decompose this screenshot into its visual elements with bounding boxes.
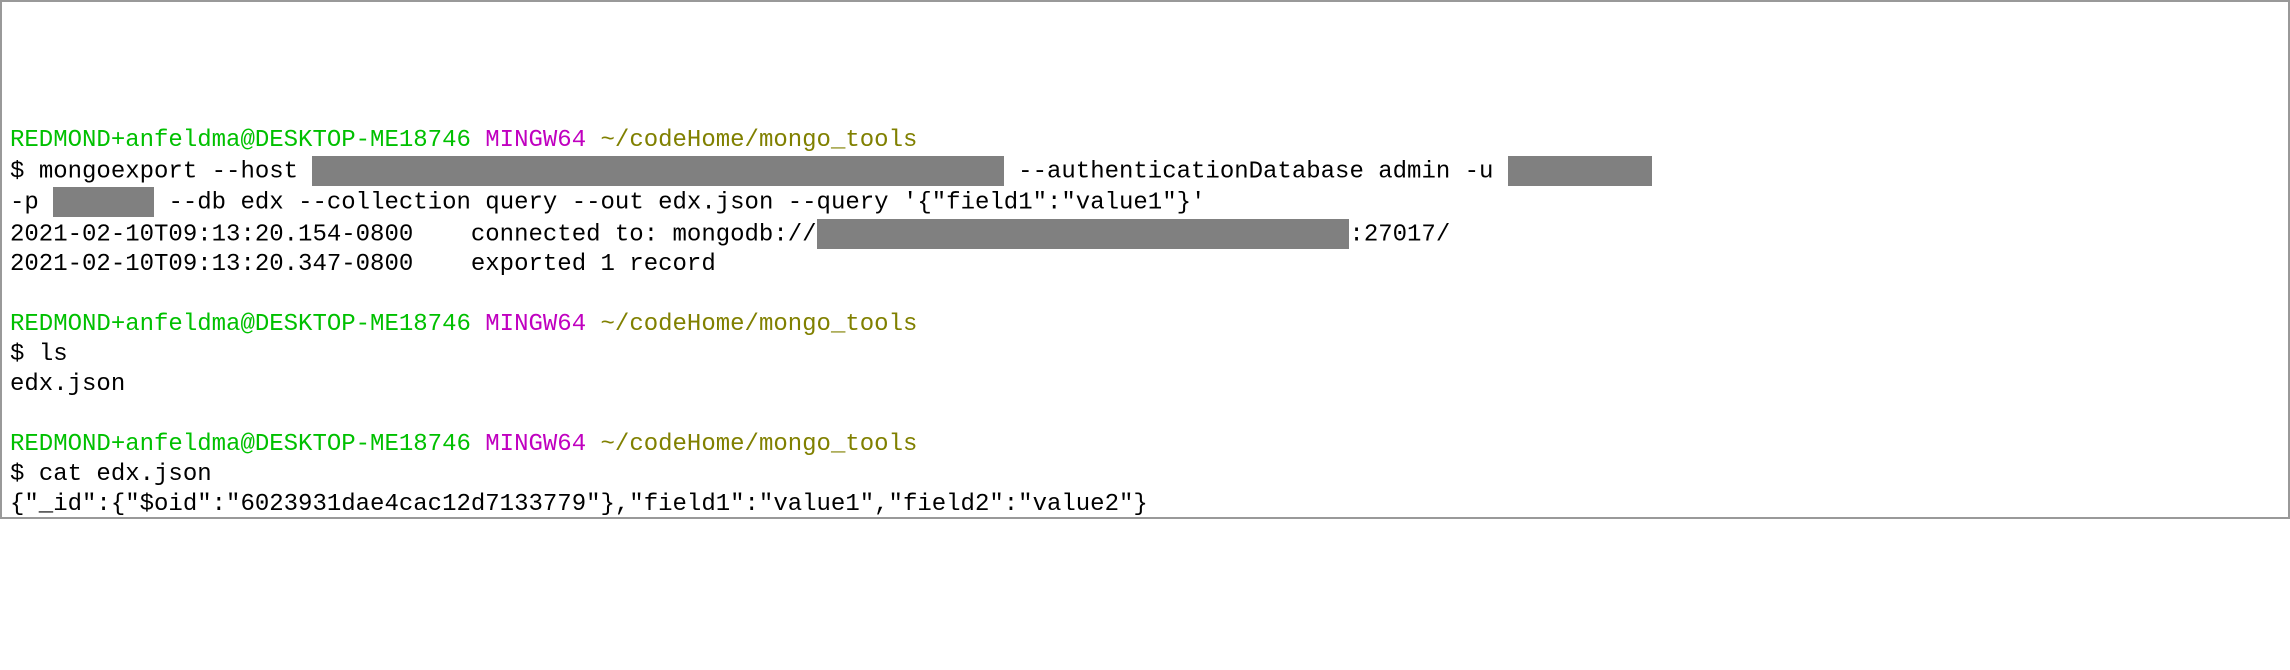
prompt-user: REDMOND+anfeldma@DESKTOP-ME18746 xyxy=(10,311,471,338)
command-line-1b[interactable]: -p --db edx --collection query --out edx… xyxy=(10,187,2280,218)
prompt-user: REDMOND+anfeldma@DESKTOP-ME18746 xyxy=(10,127,471,154)
prompt-line-3: REDMOND+anfeldma@DESKTOP-ME18746 MINGW64… xyxy=(10,430,2280,460)
prompt-line-2: REDMOND+anfeldma@DESKTOP-ME18746 MINGW64… xyxy=(10,310,2280,340)
command-line-2[interactable]: $ ls xyxy=(10,340,2280,370)
output-connected-a: 2021-02-10T09:13:20.154-0800 connected t… xyxy=(10,221,817,248)
redacted-mongodb-host xyxy=(817,219,1350,249)
blank-line-2 xyxy=(10,400,2280,430)
prompt-path: ~/codeHome/mongo_tools xyxy=(601,431,918,458)
blank-line-1 xyxy=(10,280,2280,310)
prompt-env: MINGW64 xyxy=(485,311,586,338)
mongoexport-command-part2: --authenticationDatabase admin -u xyxy=(1004,158,1508,185)
command-line-1[interactable]: $ mongoexport --host --authenticationDat… xyxy=(10,156,2280,187)
prompt-symbol: $ xyxy=(10,341,24,368)
prompt-env: MINGW64 xyxy=(485,431,586,458)
redacted-user xyxy=(1508,156,1652,186)
redacted-host xyxy=(312,156,1003,186)
prompt-symbol: $ xyxy=(10,461,24,488)
output-line-1: 2021-02-10T09:13:20.154-0800 connected t… xyxy=(10,219,2280,250)
prompt-user: REDMOND+anfeldma@DESKTOP-ME18746 xyxy=(10,431,471,458)
prompt-env: MINGW64 xyxy=(485,127,586,154)
prompt-line-1: REDMOND+anfeldma@DESKTOP-ME18746 MINGW64… xyxy=(10,126,2280,156)
redacted-password xyxy=(53,187,154,217)
mongoexport-command-part4: --db edx --collection query --out edx.js… xyxy=(154,190,1205,217)
output-exported: 2021-02-10T09:13:20.347-0800 exported 1 … xyxy=(10,250,2280,280)
mongoexport-command-part3: -p xyxy=(10,190,53,217)
cat-output: {"_id":{"$oid":"6023931dae4cac12d7133779… xyxy=(10,490,2280,520)
mongoexport-command-part1: mongoexport --host xyxy=(39,158,313,185)
prompt-path: ~/codeHome/mongo_tools xyxy=(601,311,918,338)
command-line-3[interactable]: $ cat edx.json xyxy=(10,460,2280,490)
ls-command: ls xyxy=(39,341,68,368)
prompt-symbol: $ xyxy=(10,158,24,185)
ls-output: edx.json xyxy=(10,370,2280,400)
output-connected-b: :27017/ xyxy=(1349,221,1450,248)
cat-command: cat edx.json xyxy=(39,461,212,488)
prompt-path: ~/codeHome/mongo_tools xyxy=(601,127,918,154)
